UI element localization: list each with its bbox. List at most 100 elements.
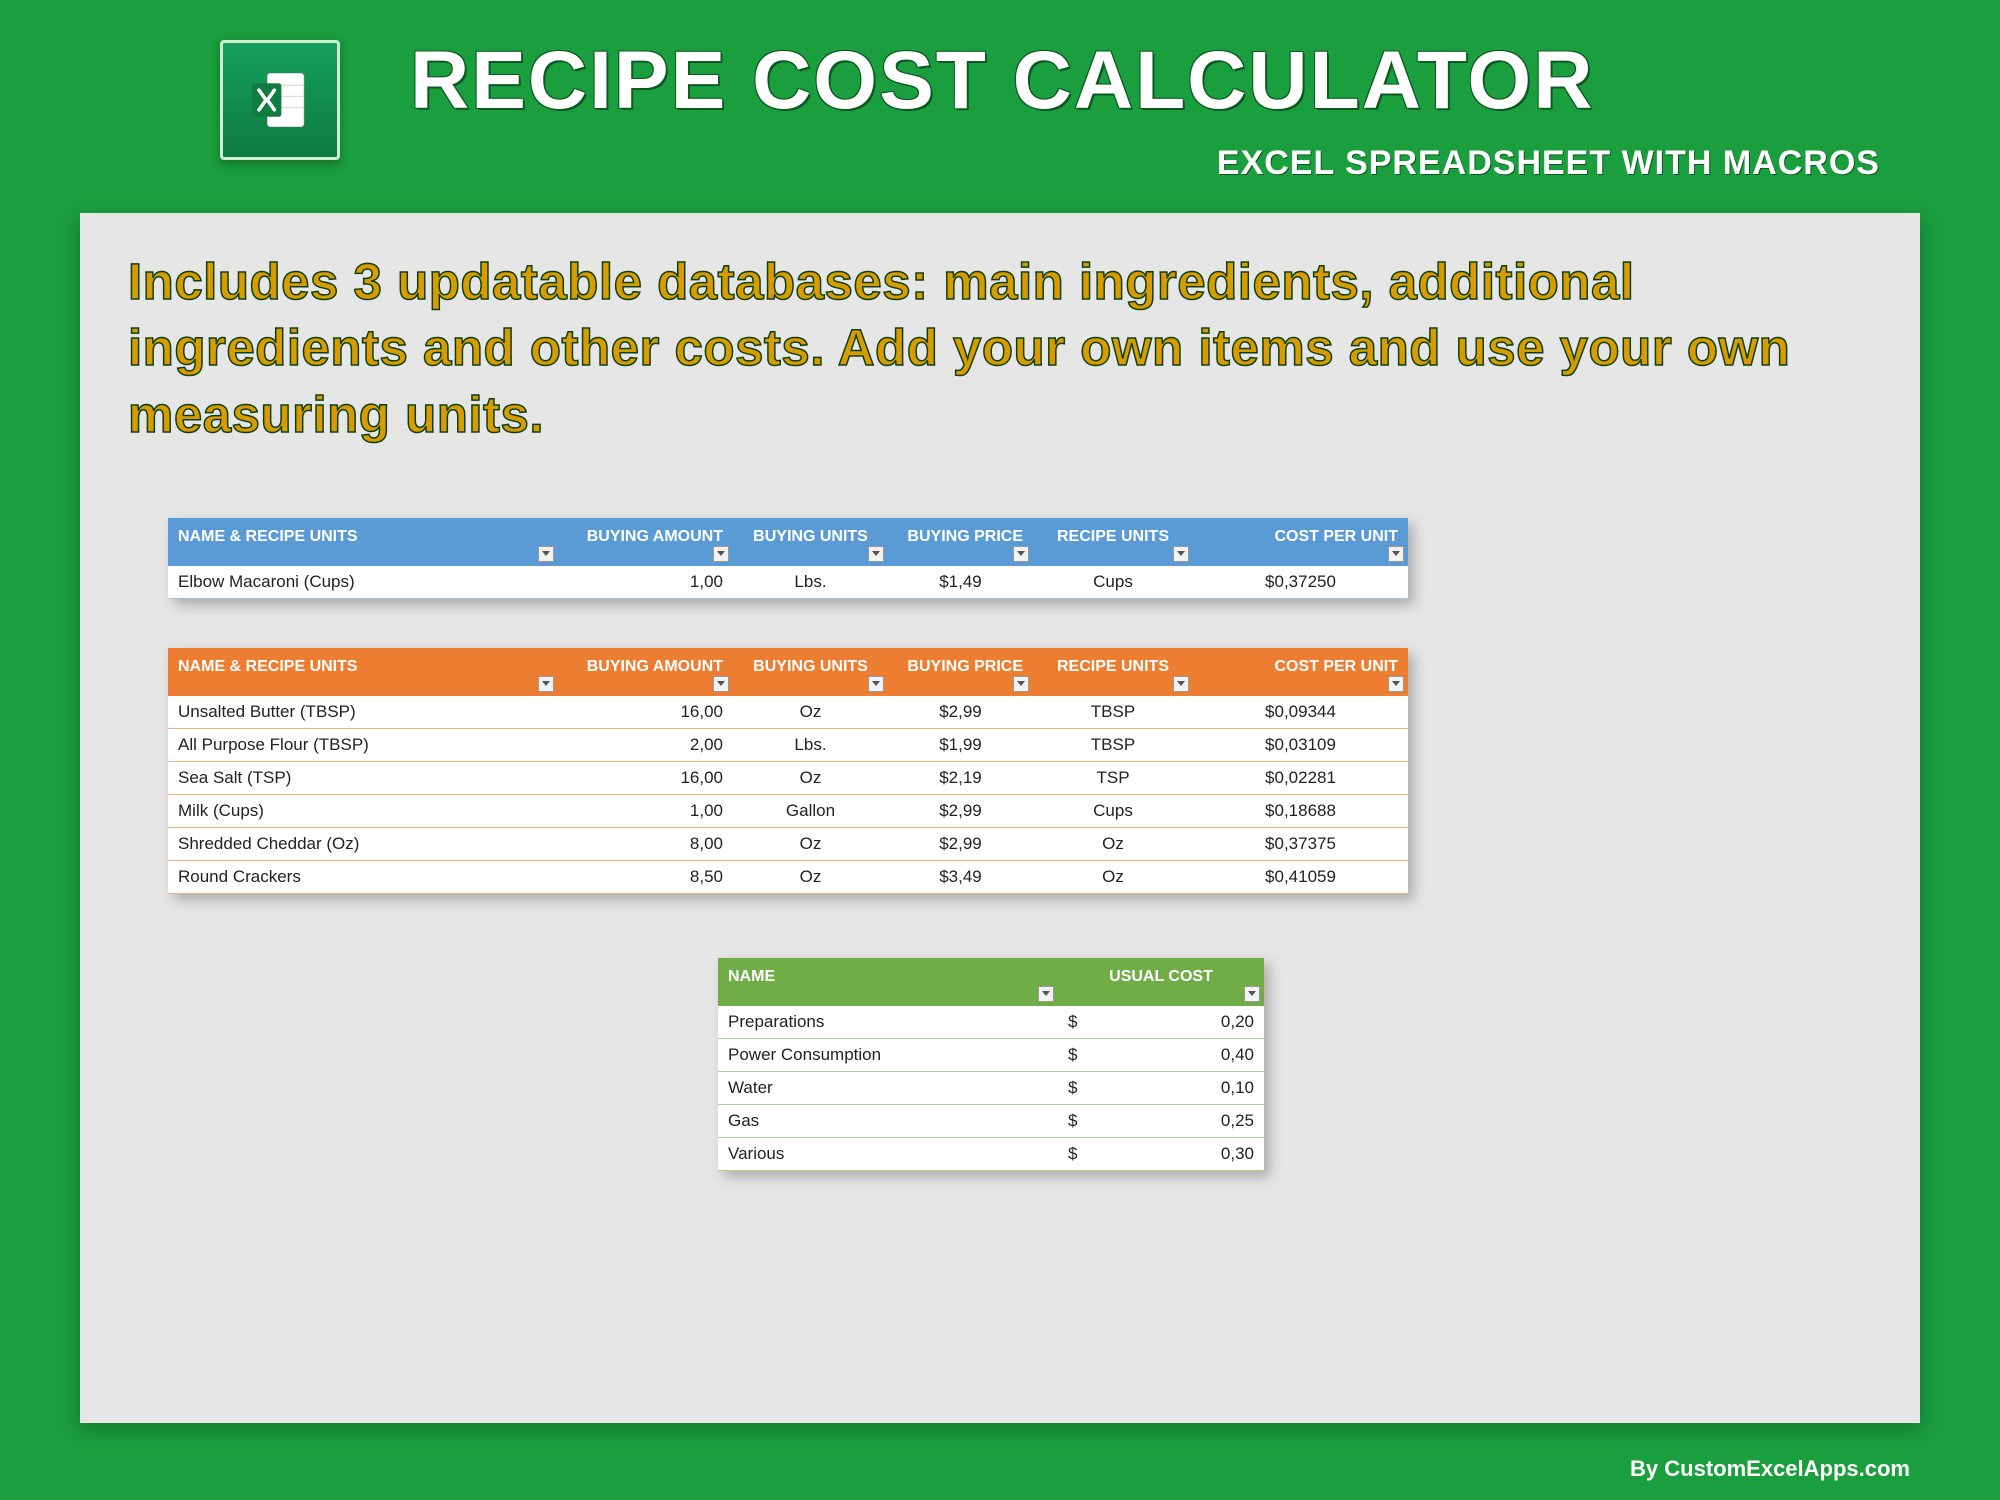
- cell-buying-units: Gallon: [733, 795, 888, 828]
- description-text: Includes 3 updatable databases: main ing…: [128, 249, 1872, 448]
- cell-cost-value: 0,30: [1094, 1138, 1264, 1171]
- cell-name: Gas: [718, 1105, 1058, 1138]
- cell-buying-units: Oz: [733, 762, 888, 795]
- cell-buying-price: $1,49: [888, 566, 1033, 599]
- cell-cost-per-unit: $0,02281: [1193, 762, 1408, 795]
- col-name[interactable]: NAME & RECIPE UNITS: [168, 648, 558, 696]
- cell-name: Water: [718, 1072, 1058, 1105]
- table-row: Preparations $ 0,20: [718, 1006, 1264, 1039]
- filter-dropdown-icon[interactable]: [1388, 676, 1404, 692]
- cell-recipe-units: Oz: [1033, 828, 1193, 861]
- col-recipe-units[interactable]: RECIPE UNITS: [1033, 648, 1193, 696]
- table-row: Elbow Macaroni (Cups) 1,00 Lbs. $1,49 Cu…: [168, 566, 1408, 599]
- cell-cost-per-unit: $0,41059: [1193, 861, 1408, 894]
- cell-recipe-units: TBSP: [1033, 696, 1193, 729]
- cell-recipe-units: Cups: [1033, 566, 1193, 599]
- col-buying-price[interactable]: BUYING PRICE: [888, 518, 1033, 566]
- cell-buying-units: Oz: [733, 828, 888, 861]
- col-usual-cost[interactable]: USUAL COST: [1058, 958, 1264, 1006]
- cell-name: Sea Salt (TSP): [168, 762, 558, 795]
- filter-dropdown-icon[interactable]: [1013, 546, 1029, 562]
- cell-buying-amount: 1,00: [558, 566, 733, 599]
- cell-cost-per-unit: $0,18688: [1193, 795, 1408, 828]
- filter-dropdown-icon[interactable]: [713, 546, 729, 562]
- col-buying-price[interactable]: BUYING PRICE: [888, 648, 1033, 696]
- cell-name: Shredded Cheddar (Oz): [168, 828, 558, 861]
- filter-dropdown-icon[interactable]: [538, 676, 554, 692]
- cell-buying-amount: 16,00: [558, 696, 733, 729]
- cell-buying-units: Lbs.: [733, 566, 888, 599]
- cell-cost-value: 0,10: [1094, 1072, 1264, 1105]
- cell-name: All Purpose Flour (TBSP): [168, 729, 558, 762]
- filter-dropdown-icon[interactable]: [713, 676, 729, 692]
- cell-buying-price: $2,99: [888, 795, 1033, 828]
- cell-buying-price: $2,99: [888, 696, 1033, 729]
- cell-recipe-units: TBSP: [1033, 729, 1193, 762]
- footer-credit: By CustomExcelApps.com: [1630, 1456, 1910, 1482]
- cell-cost-value: 0,20: [1094, 1006, 1264, 1039]
- additional-ingredients-table: NAME & RECIPE UNITS BUYING AMOUNT BUYING…: [168, 648, 1408, 894]
- table-row: Shredded Cheddar (Oz) 8,00 Oz $2,99 Oz $…: [168, 828, 1408, 861]
- cell-name: Preparations: [718, 1006, 1058, 1039]
- cell-name: Round Crackers: [168, 861, 558, 894]
- cell-buying-units: Oz: [733, 696, 888, 729]
- cell-currency: $: [1058, 1039, 1094, 1072]
- cell-cost-value: 0,40: [1094, 1039, 1264, 1072]
- cell-buying-amount: 8,50: [558, 861, 733, 894]
- cell-cost-per-unit: $0,37250: [1193, 566, 1408, 599]
- cell-buying-amount: 8,00: [558, 828, 733, 861]
- table-row: All Purpose Flour (TBSP) 2,00 Lbs. $1,99…: [168, 729, 1408, 762]
- cell-name: Unsalted Butter (TBSP): [168, 696, 558, 729]
- col-name[interactable]: NAME & RECIPE UNITS: [168, 518, 558, 566]
- filter-dropdown-icon[interactable]: [1173, 546, 1189, 562]
- cell-buying-amount: 1,00: [558, 795, 733, 828]
- cell-currency: $: [1058, 1006, 1094, 1039]
- cell-name: Milk (Cups): [168, 795, 558, 828]
- filter-dropdown-icon[interactable]: [868, 676, 884, 692]
- col-buying-amount[interactable]: BUYING AMOUNT: [558, 518, 733, 566]
- cell-recipe-units: Cups: [1033, 795, 1193, 828]
- header: RECIPE COST CALCULATOR EXCEL SPREADSHEET…: [0, 0, 2000, 193]
- cell-currency: $: [1058, 1105, 1094, 1138]
- cell-buying-price: $2,19: [888, 762, 1033, 795]
- table-row: Gas $ 0,25: [718, 1105, 1264, 1138]
- cell-buying-price: $2,99: [888, 828, 1033, 861]
- cell-buying-units: Oz: [733, 861, 888, 894]
- table-row: Various $ 0,30: [718, 1138, 1264, 1171]
- col-buying-amount[interactable]: BUYING AMOUNT: [558, 648, 733, 696]
- cell-recipe-units: Oz: [1033, 861, 1193, 894]
- col-buying-units[interactable]: BUYING UNITS: [733, 518, 888, 566]
- table-row: Water $ 0,10: [718, 1072, 1264, 1105]
- filter-dropdown-icon[interactable]: [538, 546, 554, 562]
- cell-name: Elbow Macaroni (Cups): [168, 566, 558, 599]
- filter-dropdown-icon[interactable]: [1388, 546, 1404, 562]
- cell-buying-amount: 2,00: [558, 729, 733, 762]
- filter-dropdown-icon[interactable]: [1038, 986, 1054, 1002]
- cell-buying-price: $1,99: [888, 729, 1033, 762]
- excel-icon: [245, 65, 315, 135]
- main-ingredients-table: NAME & RECIPE UNITS BUYING AMOUNT BUYING…: [168, 518, 1408, 599]
- cell-recipe-units: TSP: [1033, 762, 1193, 795]
- cell-cost-value: 0,25: [1094, 1105, 1264, 1138]
- page-title: RECIPE COST CALCULATOR: [410, 40, 1920, 122]
- table-row: Round Crackers 8,50 Oz $3,49 Oz $0,41059: [168, 861, 1408, 894]
- filter-dropdown-icon[interactable]: [868, 546, 884, 562]
- cell-currency: $: [1058, 1072, 1094, 1105]
- cell-cost-per-unit: $0,37375: [1193, 828, 1408, 861]
- filter-dropdown-icon[interactable]: [1244, 986, 1260, 1002]
- table-row: Milk (Cups) 1,00 Gallon $2,99 Cups $0,18…: [168, 795, 1408, 828]
- cell-buying-amount: 16,00: [558, 762, 733, 795]
- cell-cost-per-unit: $0,03109: [1193, 729, 1408, 762]
- col-cost-per-unit[interactable]: COST PER UNIT: [1193, 648, 1408, 696]
- col-cost-per-unit[interactable]: COST PER UNIT: [1193, 518, 1408, 566]
- col-recipe-units[interactable]: RECIPE UNITS: [1033, 518, 1193, 566]
- col-buying-units[interactable]: BUYING UNITS: [733, 648, 888, 696]
- table-row: Unsalted Butter (TBSP) 16,00 Oz $2,99 TB…: [168, 696, 1408, 729]
- cell-name: Power Consumption: [718, 1039, 1058, 1072]
- filter-dropdown-icon[interactable]: [1173, 676, 1189, 692]
- filter-dropdown-icon[interactable]: [1013, 676, 1029, 692]
- table-row: Power Consumption $ 0,40: [718, 1039, 1264, 1072]
- other-costs-table: NAME USUAL COST Preparations $ 0,20 Powe…: [718, 958, 1264, 1171]
- col-name[interactable]: NAME: [718, 958, 1058, 1006]
- cell-name: Various: [718, 1138, 1058, 1171]
